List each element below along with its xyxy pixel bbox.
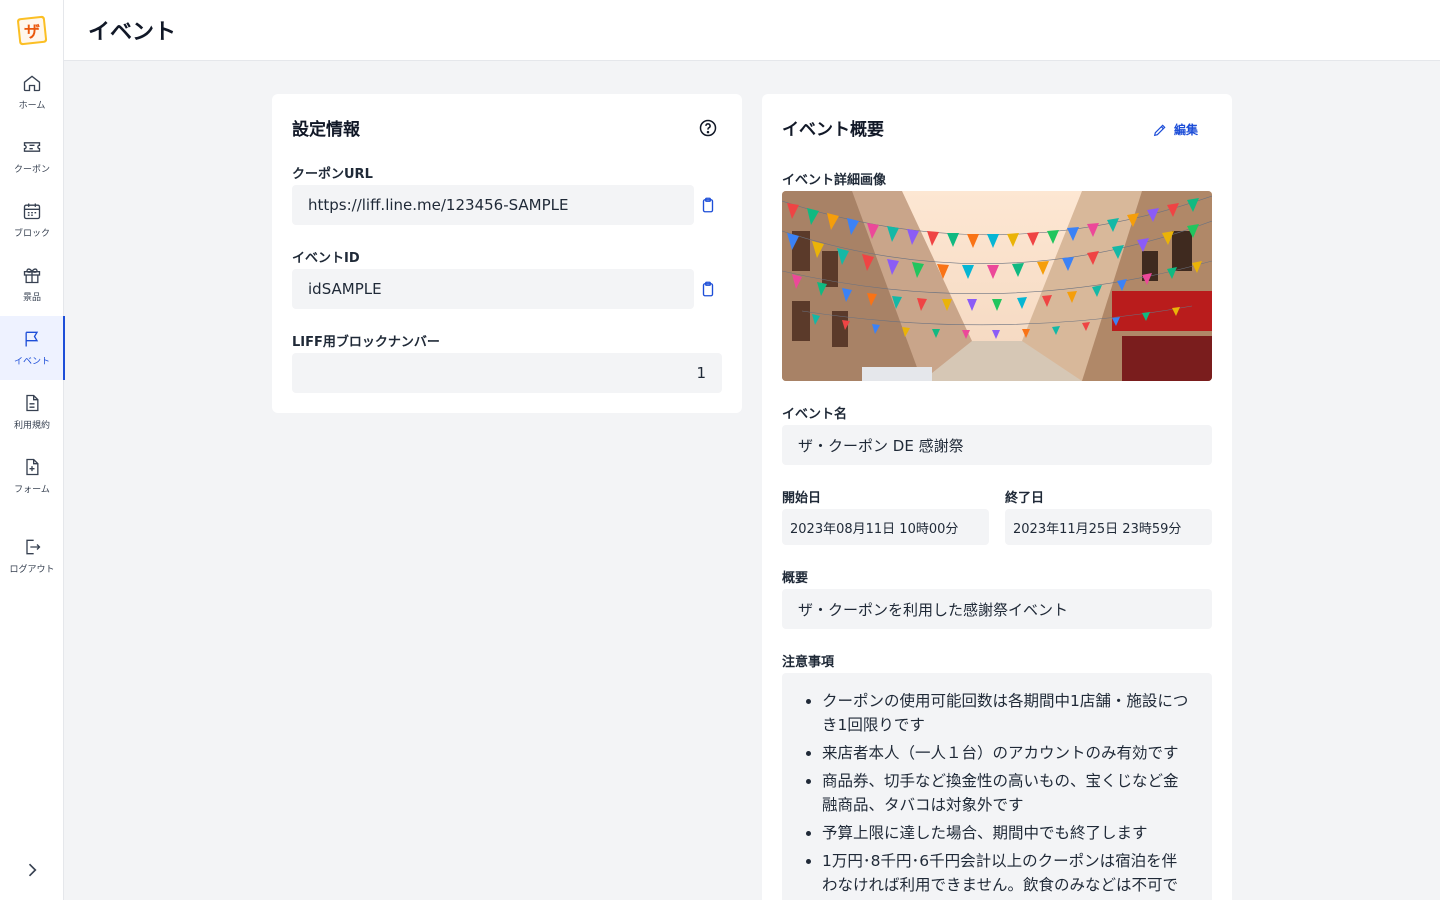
sidebar-item-coupon[interactable]: クーポン <box>0 124 64 188</box>
logout-icon <box>26 539 41 555</box>
end-date-field[interactable]: 2023年11月25日 23時59分 <box>1005 509 1212 545</box>
summary-field[interactable]: ザ・クーポンを利用した感謝祭イベント <box>782 589 1212 629</box>
svg-text:ザ: ザ <box>24 22 40 41</box>
pencil-icon <box>1153 123 1166 136</box>
sidebar-item-home[interactable]: ホーム <box>0 60 64 124</box>
start-date-label: 開始日 <box>782 491 822 506</box>
sidebar-item-label: クーポン <box>13 165 50 175</box>
event-name-field[interactable]: ザ・クーポン DE 感謝祭 <box>782 425 1212 465</box>
copy-coupon-url-button[interactable] <box>699 196 717 214</box>
list-item: クーポンの使用可能回数は各期間中1店舗・施設につき1回限りです <box>822 689 1192 737</box>
sidebar-item-label: フォーム <box>14 485 50 495</box>
sidebar: ザ ホーム クーポン ブロック 景品 イベント 利用規約 フォーム ログアウト <box>0 0 65 900</box>
copy-event-id-button[interactable] <box>699 280 717 298</box>
clipboard-icon <box>702 281 714 297</box>
calendar-icon <box>23 203 41 220</box>
flag-icon <box>25 331 39 347</box>
liff-block-label: LIFF用ブロックナンバー <box>292 335 440 350</box>
sidebar-item-label: 景品 <box>22 293 41 303</box>
notes-label: 注意事項 <box>782 655 835 670</box>
overview-card: イベント概要 編集 イベント詳細画像 イベント名 ザ・クーポン DE 感謝祭 開… <box>762 94 1232 900</box>
settings-card: 設定情報 クーポンURL https://liff.line.me/123456… <box>272 94 742 413</box>
list-item: 来店者本人（一人１台）のアカウントのみ有効です <box>822 741 1192 765</box>
question-circle-icon <box>699 119 717 137</box>
sidebar-item-prize[interactable]: 景品 <box>0 252 64 316</box>
chevron-right-icon <box>28 863 37 877</box>
document-plus-icon <box>26 458 39 476</box>
page-header: イベント <box>64 0 1440 61</box>
app-logo[interactable]: ザ <box>16 14 48 46</box>
end-date-label: 終了日 <box>1005 491 1045 506</box>
coupon-url-label: クーポンURL <box>292 167 373 182</box>
sidebar-item-label: イベント <box>13 357 50 367</box>
home-icon <box>23 75 41 92</box>
sidebar-item-logout[interactable]: ログアウト <box>0 524 64 588</box>
ticket-icon <box>23 142 41 152</box>
event-name-label: イベント名 <box>782 407 848 422</box>
sidebar-item-label: ログアウト <box>9 565 55 575</box>
help-button[interactable] <box>698 118 718 138</box>
sidebar-item-label: 利用規約 <box>13 421 50 431</box>
edit-label: 編集 <box>1174 123 1199 137</box>
sidebar-item-form[interactable]: フォーム <box>0 444 64 508</box>
notes-field: クーポンの使用可能回数は各期間中1店舗・施設につき1回限りです 来店者本人（一人… <box>782 673 1212 900</box>
sidebar-expand-button[interactable] <box>22 860 42 880</box>
event-image-label: イベント詳細画像 <box>782 173 887 188</box>
sidebar-item-label: ブロック <box>13 229 50 239</box>
summary-label: 概要 <box>782 571 809 586</box>
list-item: 商品券、切手など換金性の高いもの、宝くじなど金融商品、タバコは対象外です <box>822 769 1192 817</box>
overview-title: イベント概要 <box>782 120 884 140</box>
edit-button[interactable]: 編集 <box>1152 121 1198 138</box>
sidebar-item-event[interactable]: イベント <box>0 316 65 380</box>
sidebar-item-terms[interactable]: 利用規約 <box>0 380 64 444</box>
liff-block-number-field[interactable]: 1 <box>292 353 722 393</box>
event-id-label: イベントID <box>292 251 360 266</box>
event-id-field[interactable]: idSAMPLE <box>292 269 694 309</box>
coupon-url-field[interactable]: https://liff.line.me/123456-SAMPLE <box>292 185 694 225</box>
gift-icon <box>23 268 41 284</box>
document-icon <box>26 394 39 412</box>
clipboard-icon <box>702 197 714 213</box>
page-title: イベント <box>88 20 177 45</box>
start-date-field[interactable]: 2023年08月11日 10時00分 <box>782 509 989 545</box>
list-item: 1万円･8千円･6千円会計以上のクーポンは宿泊を伴わなければ利用できません。飲食… <box>822 849 1192 900</box>
list-item: 予算上限に達した場合、期間中でも終了します <box>822 821 1192 845</box>
event-detail-image <box>782 191 1212 381</box>
sidebar-item-label: ホーム <box>18 101 46 111</box>
sidebar-item-block[interactable]: ブロック <box>0 188 64 252</box>
settings-title: 設定情報 <box>292 120 360 140</box>
